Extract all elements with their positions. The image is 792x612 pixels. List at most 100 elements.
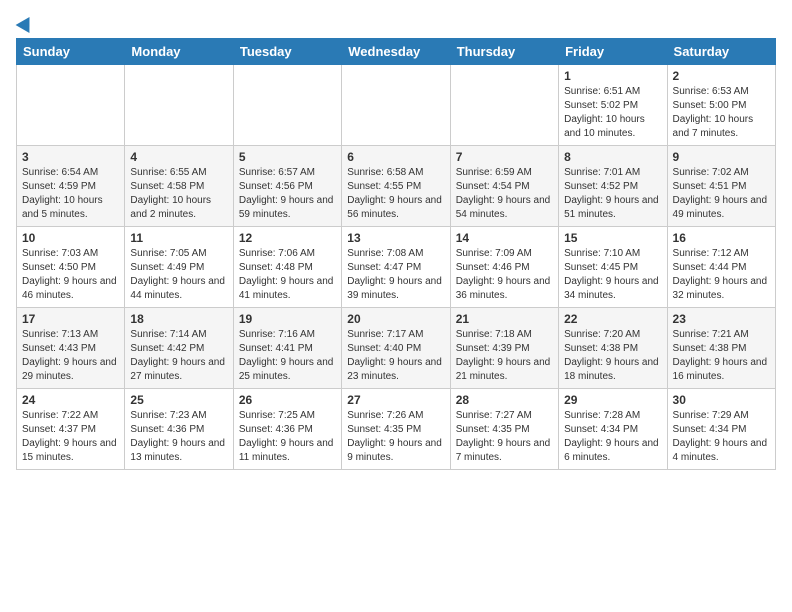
calendar-cell: [125, 65, 233, 146]
day-number: 26: [239, 393, 336, 407]
day-number: 8: [564, 150, 661, 164]
day-info: Sunrise: 7:28 AM Sunset: 4:34 PM Dayligh…: [564, 409, 661, 465]
calendar-week-row: 17 Sunrise: 7:13 AM Sunset: 4:43 PM Dayli…: [17, 308, 776, 389]
calendar-weekday-header: Sunday: [17, 39, 125, 65]
day-info: Sunrise: 7:12 AM Sunset: 4:44 PM Dayligh…: [673, 247, 770, 303]
day-number: 21: [456, 312, 553, 326]
day-info: Sunrise: 7:16 AM Sunset: 4:41 PM Dayligh…: [239, 328, 336, 384]
calendar-cell: 19 Sunrise: 7:16 AM Sunset: 4:41 PM Dayli…: [233, 308, 341, 389]
calendar-week-row: 3 Sunrise: 6:54 AM Sunset: 4:59 PM Daylig…: [17, 146, 776, 227]
day-info: Sunrise: 7:03 AM Sunset: 4:50 PM Dayligh…: [22, 247, 119, 303]
day-info: Sunrise: 6:59 AM Sunset: 4:54 PM Dayligh…: [456, 166, 553, 222]
calendar-cell: 3 Sunrise: 6:54 AM Sunset: 4:59 PM Daylig…: [17, 146, 125, 227]
calendar-cell: 11Sunrise: 7:05 AM Sunset: 4:49 PM Dayli…: [125, 227, 233, 308]
calendar-week-row: 10 Sunrise: 7:03 AM Sunset: 4:50 PM Dayli…: [17, 227, 776, 308]
day-number: 19: [239, 312, 336, 326]
day-info: Sunrise: 6:55 AM Sunset: 4:58 PM Dayligh…: [130, 166, 227, 222]
day-info: Sunrise: 7:08 AM Sunset: 4:47 PM Dayligh…: [347, 247, 444, 303]
day-info: Sunrise: 7:14 AM Sunset: 4:42 PM Dayligh…: [130, 328, 227, 384]
day-number: 14: [456, 231, 553, 245]
calendar-cell: 7 Sunrise: 6:59 AM Sunset: 4:54 PM Daylig…: [450, 146, 558, 227]
day-number: 29: [564, 393, 661, 407]
page-header: [16, 16, 776, 30]
calendar-cell: 12 Sunrise: 7:06 AM Sunset: 4:48 PM Dayli…: [233, 227, 341, 308]
day-number: 7: [456, 150, 553, 164]
day-info: Sunrise: 7:29 AM Sunset: 4:34 PM Dayligh…: [673, 409, 770, 465]
calendar-cell: 24 Sunrise: 7:22 AM Sunset: 4:37 PM Dayli…: [17, 389, 125, 470]
calendar-week-row: 1Sunrise: 6:51 AM Sunset: 5:02 PM Daylig…: [17, 65, 776, 146]
day-info: Sunrise: 6:51 AM Sunset: 5:02 PM Dayligh…: [564, 85, 661, 141]
day-info: Sunrise: 7:27 AM Sunset: 4:35 PM Dayligh…: [456, 409, 553, 465]
day-number: 20: [347, 312, 444, 326]
calendar-weekday-header: Wednesday: [342, 39, 450, 65]
calendar-cell: 1Sunrise: 6:51 AM Sunset: 5:02 PM Daylig…: [559, 65, 667, 146]
calendar-cell: 2Sunrise: 6:53 AM Sunset: 5:00 PM Daylig…: [667, 65, 775, 146]
calendar-cell: 5Sunrise: 6:57 AM Sunset: 4:56 PM Daylig…: [233, 146, 341, 227]
calendar-cell: 10 Sunrise: 7:03 AM Sunset: 4:50 PM Dayli…: [17, 227, 125, 308]
day-number: 18: [130, 312, 227, 326]
day-number: 10: [22, 231, 119, 245]
day-info: Sunrise: 7:01 AM Sunset: 4:52 PM Dayligh…: [564, 166, 661, 222]
day-info: Sunrise: 7:20 AM Sunset: 4:38 PM Dayligh…: [564, 328, 661, 384]
day-number: 6: [347, 150, 444, 164]
day-info: Sunrise: 6:54 AM Sunset: 4:59 PM Dayligh…: [22, 166, 119, 222]
calendar-cell: 20 Sunrise: 7:17 AM Sunset: 4:40 PM Dayli…: [342, 308, 450, 389]
calendar-cell: 14 Sunrise: 7:09 AM Sunset: 4:46 PM Dayli…: [450, 227, 558, 308]
day-number: 27: [347, 393, 444, 407]
day-number: 15: [564, 231, 661, 245]
day-info: Sunrise: 7:25 AM Sunset: 4:36 PM Dayligh…: [239, 409, 336, 465]
calendar-cell: [450, 65, 558, 146]
day-number: 3: [22, 150, 119, 164]
calendar-cell: 18 Sunrise: 7:14 AM Sunset: 4:42 PM Dayli…: [125, 308, 233, 389]
calendar-weekday-header: Thursday: [450, 39, 558, 65]
calendar-weekday-header: Monday: [125, 39, 233, 65]
day-info: Sunrise: 7:18 AM Sunset: 4:39 PM Dayligh…: [456, 328, 553, 384]
day-info: Sunrise: 7:17 AM Sunset: 4:40 PM Dayligh…: [347, 328, 444, 384]
calendar-header-row: SundayMondayTuesdayWednesdayThursdayFrid…: [17, 39, 776, 65]
logo: [16, 16, 34, 30]
day-info: Sunrise: 7:06 AM Sunset: 4:48 PM Dayligh…: [239, 247, 336, 303]
calendar-cell: 26 Sunrise: 7:25 AM Sunset: 4:36 PM Dayli…: [233, 389, 341, 470]
day-info: Sunrise: 7:10 AM Sunset: 4:45 PM Dayligh…: [564, 247, 661, 303]
day-info: Sunrise: 6:58 AM Sunset: 4:55 PM Dayligh…: [347, 166, 444, 222]
calendar-week-row: 24 Sunrise: 7:22 AM Sunset: 4:37 PM Dayli…: [17, 389, 776, 470]
calendar-cell: [17, 65, 125, 146]
calendar-table: SundayMondayTuesdayWednesdayThursdayFrid…: [16, 38, 776, 470]
calendar-cell: 28 Sunrise: 7:27 AM Sunset: 4:35 PM Dayli…: [450, 389, 558, 470]
day-info: Sunrise: 7:13 AM Sunset: 4:43 PM Dayligh…: [22, 328, 119, 384]
calendar-cell: 17 Sunrise: 7:13 AM Sunset: 4:43 PM Dayli…: [17, 308, 125, 389]
day-number: 16: [673, 231, 770, 245]
calendar-cell: 13 Sunrise: 7:08 AM Sunset: 4:47 PM Dayli…: [342, 227, 450, 308]
calendar-cell: 29 Sunrise: 7:28 AM Sunset: 4:34 PM Dayli…: [559, 389, 667, 470]
calendar-cell: 4Sunrise: 6:55 AM Sunset: 4:58 PM Daylig…: [125, 146, 233, 227]
day-info: Sunrise: 7:26 AM Sunset: 4:35 PM Dayligh…: [347, 409, 444, 465]
day-number: 17: [22, 312, 119, 326]
calendar-cell: 16 Sunrise: 7:12 AM Sunset: 4:44 PM Dayli…: [667, 227, 775, 308]
day-info: Sunrise: 6:57 AM Sunset: 4:56 PM Dayligh…: [239, 166, 336, 222]
day-info: Sunrise: 7:23 AM Sunset: 4:36 PM Dayligh…: [130, 409, 227, 465]
calendar-cell: [342, 65, 450, 146]
day-number: 2: [673, 69, 770, 83]
day-number: 24: [22, 393, 119, 407]
calendar-weekday-header: Friday: [559, 39, 667, 65]
day-number: 28: [456, 393, 553, 407]
day-info: Sunrise: 7:09 AM Sunset: 4:46 PM Dayligh…: [456, 247, 553, 303]
calendar-cell: 15 Sunrise: 7:10 AM Sunset: 4:45 PM Dayli…: [559, 227, 667, 308]
calendar-cell: 21 Sunrise: 7:18 AM Sunset: 4:39 PM Dayli…: [450, 308, 558, 389]
calendar-cell: 30 Sunrise: 7:29 AM Sunset: 4:34 PM Dayli…: [667, 389, 775, 470]
logo-triangle-icon: [16, 13, 37, 33]
day-number: 22: [564, 312, 661, 326]
day-info: Sunrise: 7:05 AM Sunset: 4:49 PM Dayligh…: [130, 247, 227, 303]
day-info: Sunrise: 7:22 AM Sunset: 4:37 PM Dayligh…: [22, 409, 119, 465]
day-number: 13: [347, 231, 444, 245]
calendar-cell: 23Sunrise: 7:21 AM Sunset: 4:38 PM Dayli…: [667, 308, 775, 389]
calendar-weekday-header: Saturday: [667, 39, 775, 65]
day-number: 25: [130, 393, 227, 407]
day-number: 30: [673, 393, 770, 407]
calendar-cell: 9Sunrise: 7:02 AM Sunset: 4:51 PM Daylig…: [667, 146, 775, 227]
day-number: 12: [239, 231, 336, 245]
calendar-cell: 8 Sunrise: 7:01 AM Sunset: 4:52 PM Daylig…: [559, 146, 667, 227]
calendar-cell: 27 Sunrise: 7:26 AM Sunset: 4:35 PM Dayli…: [342, 389, 450, 470]
calendar-cell: 22 Sunrise: 7:20 AM Sunset: 4:38 PM Dayli…: [559, 308, 667, 389]
day-number: 9: [673, 150, 770, 164]
